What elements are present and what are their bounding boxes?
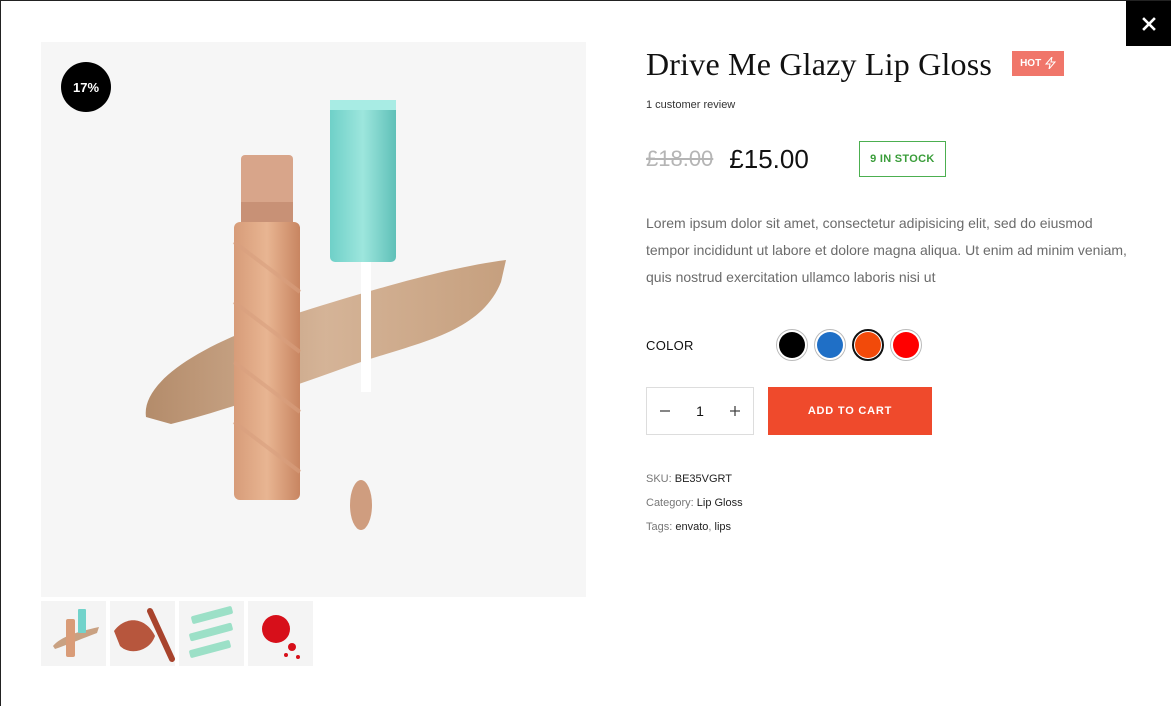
close-icon <box>1141 16 1156 31</box>
swatch-fill <box>893 332 919 358</box>
quantity-input[interactable] <box>680 403 720 419</box>
stock-badge: 9 IN STOCK <box>858 141 946 177</box>
swatch-fill <box>779 332 805 358</box>
product-title: Drive Me Glazy Lip Gloss <box>646 45 993 82</box>
product-main-image[interactable]: 17% <box>41 42 586 597</box>
close-button[interactable] <box>1126 1 1171 46</box>
color-swatches <box>776 329 922 361</box>
hot-badge: HOT <box>1012 50 1065 76</box>
increase-quantity-button[interactable] <box>727 403 743 419</box>
color-swatch-orange[interactable] <box>852 329 884 361</box>
plus-icon <box>730 406 740 416</box>
color-swatch-blue[interactable] <box>814 329 846 361</box>
lip-gloss-thumb-icon <box>53 609 99 657</box>
sku-label: SKU: <box>646 473 672 485</box>
thumbnail-list <box>41 601 313 666</box>
swatch-fill <box>855 332 881 358</box>
quantity-stepper <box>646 387 754 435</box>
cart-row: ADD TO CART <box>646 387 1136 435</box>
thumbnail-red-drops[interactable] <box>248 601 313 666</box>
minus-icon <box>660 410 670 412</box>
product-meta: SKU: BE35VGRT Category: Lip Gloss Tags: … <box>646 467 1136 539</box>
swatch-fill <box>817 332 843 358</box>
tag-link-lips[interactable]: lips <box>715 521 732 533</box>
color-swatch-red[interactable] <box>890 329 922 361</box>
red-drops-thumb-icon <box>262 615 300 659</box>
color-label: COLOR <box>646 337 694 353</box>
quick-view-modal: 17% Drive Me Glazy Lip Gloss HOT 1 custo… <box>0 0 1171 706</box>
add-to-cart-button[interactable]: ADD TO CART <box>768 387 932 435</box>
product-description: Lorem ipsum dolor sit amet, consectetur … <box>646 215 1127 285</box>
customer-review-link[interactable]: 1 customer review <box>646 99 1136 111</box>
title-row: Drive Me Glazy Lip Gloss HOT <box>646 41 1136 87</box>
sku-row: SKU: BE35VGRT <box>646 467 1136 491</box>
category-label: Category: <box>646 497 694 509</box>
lightning-icon <box>1045 57 1057 69</box>
thumbnail-green-tubes[interactable] <box>179 601 244 666</box>
tag-link-envato[interactable]: envato <box>675 521 708 533</box>
lip-swatch-thumb-icon <box>114 608 175 662</box>
current-price: £15.00 <box>729 143 809 174</box>
sale-badge: 17% <box>61 62 111 112</box>
product-summary: Drive Me Glazy Lip Gloss HOT 1 customer … <box>646 41 1136 539</box>
color-swatch-black[interactable] <box>776 329 808 361</box>
sku-value: BE35VGRT <box>674 473 733 485</box>
tags-row: Tags: envato, lips <box>646 521 732 533</box>
price-row: £18.00 £15.00 9 IN STOCK <box>646 141 1136 177</box>
old-price: £18.00 <box>646 146 714 171</box>
color-selector: COLOR <box>646 328 1136 362</box>
decrease-quantity-button[interactable] <box>657 403 673 419</box>
green-tubes-thumb-icon <box>189 606 233 658</box>
thumbnail-lip-gloss[interactable] <box>41 601 106 666</box>
category-row: Category: Lip Gloss <box>646 491 1136 515</box>
category-link[interactable]: Lip Gloss <box>697 497 743 509</box>
thumbnail-lip-swatch[interactable] <box>110 601 175 666</box>
lip-gloss-illustration <box>145 100 507 530</box>
tags-label: Tags: <box>646 521 673 533</box>
hot-badge-label: HOT <box>1020 57 1042 69</box>
